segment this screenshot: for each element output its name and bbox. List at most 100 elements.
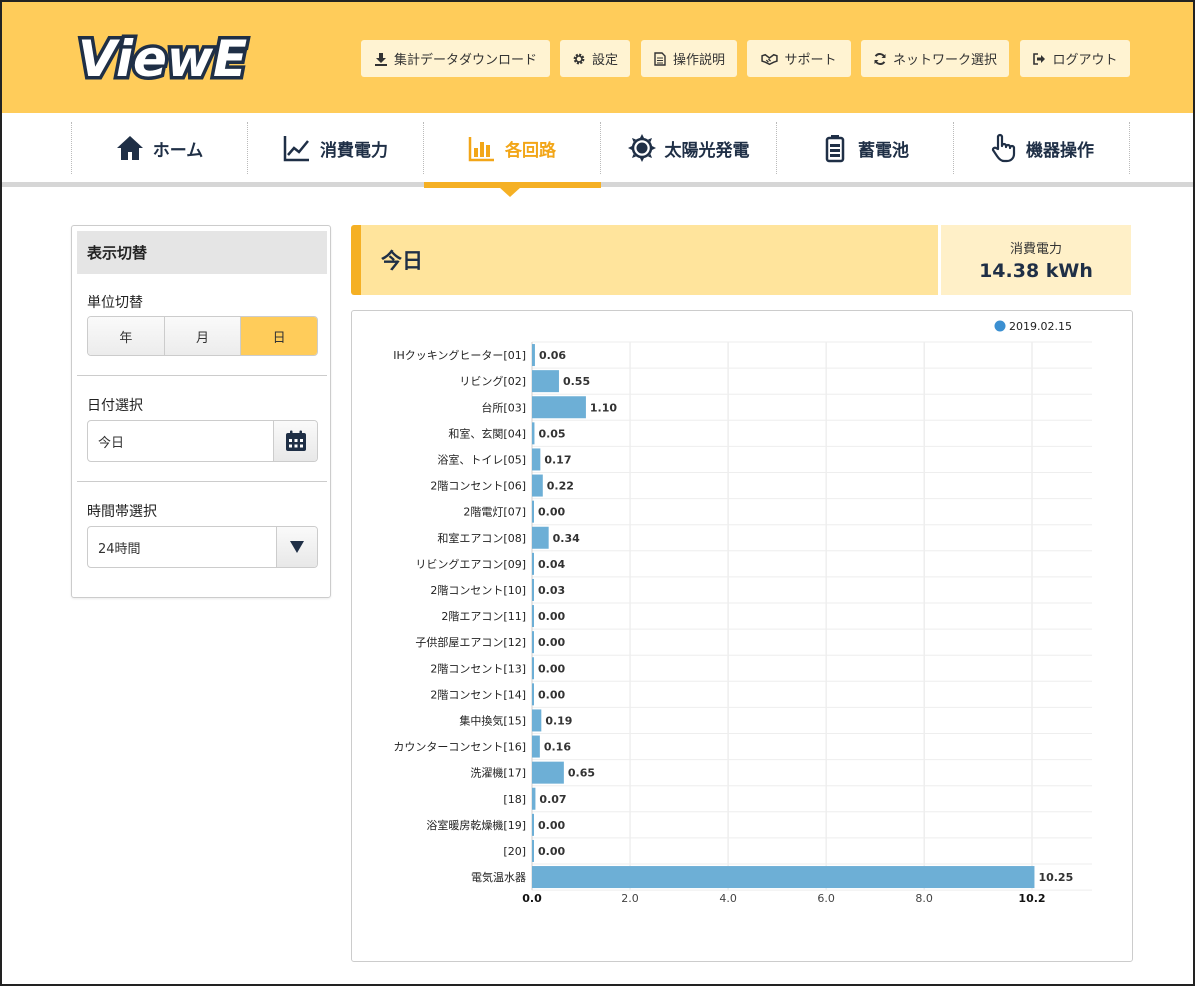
category-label: 浴室、トイレ[05] — [437, 452, 526, 466]
data-label: 0.07 — [539, 793, 566, 806]
download-icon — [374, 52, 387, 66]
display-toggle-panel: 表示切替 単位切替 年 月 日 日付選択 今日 時間帯選択 24時間 — [71, 225, 331, 598]
bar — [532, 787, 536, 810]
divider — [77, 481, 327, 482]
bar — [532, 552, 534, 575]
consumption-summary: 消費電力 14.38 kWh — [941, 225, 1131, 295]
data-label: 0.00 — [538, 610, 565, 623]
gear-icon — [573, 53, 585, 64]
category-label: 2階コンセント[13] — [430, 661, 526, 675]
logout-button[interactable]: ログアウト — [1020, 40, 1130, 77]
unit-label: 単位切替 — [87, 295, 143, 311]
unit-month-button[interactable]: 月 — [164, 317, 242, 355]
bar — [532, 526, 549, 549]
category-label: 浴室暖房乾燥機[19] — [426, 818, 526, 832]
date-field: 今日 — [87, 420, 318, 462]
category-label: カウンターコンセント[16] — [393, 741, 526, 754]
unit-year-button[interactable]: 年 — [88, 317, 165, 355]
line-chart-icon — [283, 136, 309, 162]
data-label: 0.00 — [538, 845, 565, 858]
consumption-value: 14.38 kWh — [979, 260, 1093, 282]
home-icon — [116, 136, 143, 160]
header-bar: ViewE 集計データダウンロード 設定 操作説明 サポート ネットワーク選択 … — [2, 2, 1193, 113]
tab-battery-label: 蓄電池 — [858, 140, 909, 161]
data-label: 0.00 — [538, 506, 565, 519]
settings-button[interactable]: 設定 — [560, 40, 630, 77]
bar — [532, 448, 541, 471]
calendar-button[interactable] — [273, 421, 317, 461]
calendar-icon — [285, 430, 306, 451]
settings-label: 設定 — [591, 53, 618, 68]
network-button[interactable]: ネットワーク選択 — [861, 40, 1009, 77]
time-select[interactable]: 24時間 — [87, 526, 318, 568]
panel-title: 表示切替 — [77, 231, 327, 274]
dropdown-arrow-icon — [276, 527, 317, 567]
logout-icon — [1033, 52, 1046, 65]
category-label: IHクッキングヒーター[01] — [393, 348, 526, 362]
category-label: リビングエアコン[09] — [415, 557, 526, 571]
category-label: 洗濯機[17] — [470, 766, 526, 780]
bar — [532, 761, 564, 784]
data-label: 1.10 — [590, 401, 617, 414]
period-banner: 今日 — [351, 225, 938, 295]
tab-device[interactable]: 機器操作 — [953, 115, 1129, 181]
time-select-value: 24時間 — [98, 541, 141, 557]
category-label: リビング[02] — [459, 374, 526, 388]
x-tick-label: 6.0 — [817, 892, 835, 905]
support-label: サポート — [784, 53, 837, 68]
x-tick-label: 4.0 — [719, 892, 737, 905]
legend-marker — [994, 320, 1006, 332]
legend-label: 2019.02.15 — [1009, 320, 1072, 333]
tab-circuits[interactable]: 各回路 — [423, 115, 600, 181]
tab-battery[interactable]: 蓄電池 — [776, 115, 953, 181]
manual-label: 操作説明 — [672, 53, 725, 68]
data-label: 0.17 — [544, 453, 571, 466]
battery-icon — [825, 135, 845, 163]
unit-toggle-group: 年 月 日 — [87, 316, 318, 356]
period-title: 今日 — [381, 249, 423, 273]
support-button[interactable]: サポート — [747, 40, 851, 77]
date-input[interactable]: 今日 — [88, 421, 273, 461]
category-label: 和室、玄関[04] — [448, 426, 526, 440]
category-label: 2階コンセント[14] — [430, 687, 526, 701]
download-button[interactable]: 集計データダウンロード — [361, 40, 550, 77]
data-label: 0.00 — [538, 662, 565, 675]
unit-day-button[interactable]: 日 — [241, 317, 317, 355]
divider — [77, 375, 327, 376]
data-label: 0.55 — [563, 375, 590, 388]
bar — [532, 370, 559, 393]
sun-icon — [627, 134, 656, 162]
category-label: 電気温水器 — [471, 870, 526, 884]
tab-home[interactable]: ホーム — [71, 115, 247, 181]
bar — [532, 396, 586, 419]
viewe-logo[interactable]: ViewE — [72, 18, 272, 91]
time-label: 時間帯選択 — [87, 504, 157, 520]
tab-device-label: 機器操作 — [1026, 140, 1094, 161]
bar — [532, 631, 534, 654]
network-label: ネットワーク選択 — [892, 53, 997, 68]
x-tick-label: 2.0 — [621, 892, 639, 905]
bar — [532, 500, 534, 523]
bar — [532, 735, 540, 758]
tab-solar-label: 太陽光発電 — [664, 140, 750, 161]
category-label: 2階コンセント[06] — [430, 479, 526, 493]
bar — [532, 866, 1035, 889]
document-icon — [654, 51, 666, 66]
category-label: 子供部屋エアコン[12] — [415, 635, 526, 649]
tab-solar[interactable]: 太陽光発電 — [600, 115, 776, 181]
data-label: 0.03 — [538, 584, 565, 597]
bar — [532, 683, 534, 706]
data-label: 0.00 — [538, 819, 565, 832]
bar — [532, 709, 542, 732]
logout-label: ログアウト — [1052, 53, 1118, 68]
x-tick-label: 0.0 — [522, 892, 542, 905]
handshake-icon — [761, 53, 779, 65]
x-tick-label: 10.2 — [1018, 892, 1045, 905]
download-label: 集計データダウンロード — [393, 53, 537, 68]
tab-power[interactable]: 消費電力 — [247, 115, 423, 181]
tab-home-label: ホーム — [152, 140, 204, 161]
tab-circuits-label: 各回路 — [505, 140, 556, 161]
data-label: 0.22 — [547, 480, 574, 493]
manual-button[interactable]: 操作説明 — [641, 40, 737, 77]
nav-divider — [1129, 122, 1130, 174]
